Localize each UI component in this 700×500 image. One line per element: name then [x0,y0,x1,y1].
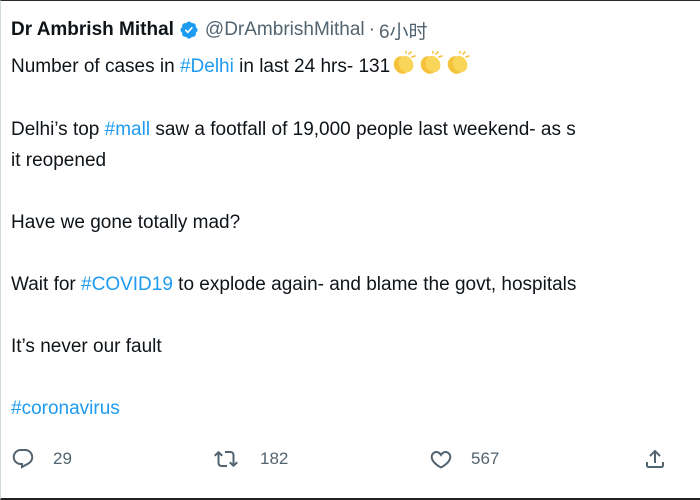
tweet-line-1: Number of cases in #Delhi in last 24 hrs… [11,51,471,82]
tweet-text: Have we gone totally mad? [11,212,241,233]
share-icon [646,449,664,468]
reply-count: 29 [53,449,72,468]
like-button[interactable]: 567 [429,439,499,479]
header-separator: · [368,19,375,40]
tweet-text: Delhi’s top [11,119,105,140]
retweet-count: 182 [260,449,289,468]
tweet-text: Wait for [11,274,82,295]
heart-icon [430,450,452,469]
hashtag-covid19[interactable]: #COVID19 [81,274,173,295]
tweet-text: Number of cases in [11,56,180,77]
tweet-actions: 29 182 567 [1,439,700,479]
retweet-button[interactable]: 182 [214,439,288,479]
hashtag-coronavirus[interactable]: #coronavirus [11,398,120,419]
author-handle[interactable]: @DrAmbrishMithal [205,19,365,41]
share-button[interactable] [643,439,685,479]
hashtag-delhi[interactable]: #Delhi [180,56,234,77]
tweet-timestamp[interactable]: 6小时 [379,17,428,44]
clapping-hands-icon [420,51,443,74]
tweet-text: in last 24 hrs- 131 [233,56,391,77]
like-count: 567 [471,449,500,468]
verified-badge-icon [180,21,198,39]
tweet-line-3: it reopened [11,145,106,176]
tweet-text: saw a footfall of 19,000 people last wee… [150,119,576,140]
reply-button[interactable]: 29 [11,439,72,479]
tweet-line-5: Wait for #COVID19 to explode again- and … [11,269,576,300]
tweet-line-4: Have we gone totally mad? [11,207,240,238]
tweet-line-2: Delhi’s top #mall saw a footfall of 19,0… [11,114,576,145]
reply-icon [12,449,34,469]
tweet-text: it reopened [11,150,107,171]
author-name[interactable]: Dr Ambrish Mithal [11,19,174,41]
tweet-line-7: #coronavirus [11,393,120,424]
hashtag-mall[interactable]: #mall [105,119,150,140]
tweet-header: Dr Ambrish Mithal @DrAmbrishMithal · 6小时 [11,17,428,43]
tweet-line-6: It’s never our fault [11,331,162,362]
tweet-text: to explode again- and blame the govt, ho… [172,274,577,295]
clapping-hands-icon [447,51,470,74]
tweet-card: Dr Ambrish Mithal @DrAmbrishMithal · 6小时… [0,0,700,500]
tweet-text: It’s never our fault [11,336,162,357]
retweet-icon [214,450,238,468]
clapping-hands-icon [393,51,416,74]
